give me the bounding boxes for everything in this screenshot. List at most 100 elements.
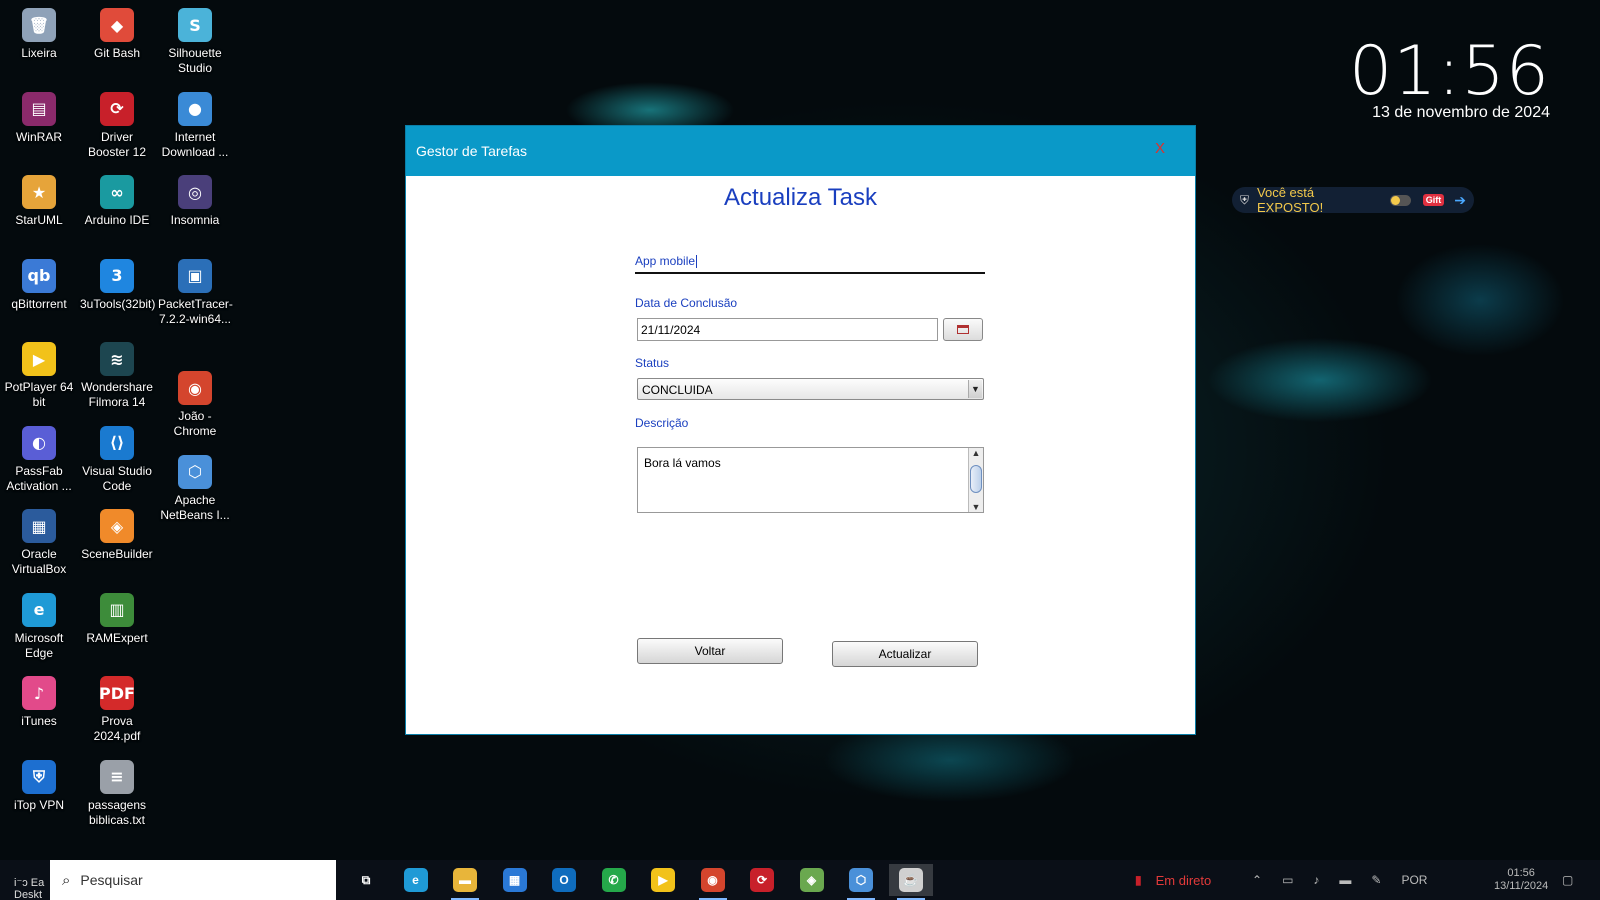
app-icon: ◐ [22,425,56,460]
description-value: Bora lá vamos [644,456,721,470]
taskbar-file-explorer-button[interactable]: ▬ [443,864,487,900]
desktop-icon-prova-2024-pdf[interactable]: PDF Prova 2024.pdf [78,672,156,752]
desktop-icon-wondershare-filmora-14[interactable]: ≋ Wondershare Filmora 14 [78,338,156,418]
desktop-icon-3utools-32bit[interactable]: 3 3uTools(32bit) [78,255,156,335]
virtualbox-icon: ⬡ [849,868,873,892]
desktop-icon-label: Visual Studio Code [82,463,152,493]
notification-bubble-icon: ▢ [1562,873,1574,887]
text-caret [696,255,698,269]
desktop-icon-insomnia[interactable]: ◎ Insomnia [156,171,234,251]
notification-icon[interactable]: ▢ [1562,860,1573,900]
back-button[interactable]: Voltar [637,638,783,664]
desktop-icon-lixeira[interactable]: 🗑 Lixeira [0,4,78,84]
taskbar-search[interactable]: ⌕ Pesquisar [50,860,336,900]
app-icon: qb [22,258,56,293]
desktop-icon-label: WinRAR [15,129,62,144]
window-titlebar[interactable]: Gestor de Tarefas X [406,126,1195,176]
desktop-icon-potplayer-64-bit[interactable]: ▶ PotPlayer 64 bit [0,338,78,418]
desktop-icon-ramexpert[interactable]: ▥ RAMExpert [78,589,156,669]
app-icon: 3 [100,258,134,293]
desktop-icon-internet-download[interactable]: ● Internet Download ... [156,88,234,168]
app-icon: ≡ [100,759,134,794]
search-placeholder: Pesquisar [80,872,143,888]
taskbar-chrome-button[interactable]: ◉ [691,864,735,900]
desktop-icon-label: passagens biblicas.txt [87,797,147,827]
desktop-icon-driver-booster-12[interactable]: ⟳ Driver Booster 12 [78,88,156,168]
desktop-icon-itunes[interactable]: ♪ iTunes [0,672,78,752]
calendar-button[interactable] [943,318,983,341]
desktop-icon-microsoft-edge[interactable]: e Microsoft Edge [0,589,78,669]
update-button[interactable]: Actualizar [832,641,978,667]
language-indicator[interactable]: POR [1401,873,1427,887]
system-tray: ⌃ ▭ ♪ ▬ ✎ POR [1252,860,1427,900]
scroll-down-icon[interactable]: ▼ [969,502,983,512]
status-select[interactable]: CONCLUIDA ▼ [637,378,984,400]
desktop-icon-passfab-activation[interactable]: ◐ PassFab Activation ... [0,422,78,502]
driver-booster-icon: ⟳ [750,868,774,892]
desktop-icon-scenebuilder[interactable]: ◈ SceneBuilder [78,505,156,585]
scroll-up-icon[interactable]: ▲ [969,448,983,458]
taskbar: i⁻ɔ Ea Deskt ⌕ Pesquisar ⧉ e ▬ ▦ O ✆ ▶ ◉ ⟳ ◈ ⬡ ☕ ▮ … [0,860,1600,900]
description-scrollbar[interactable]: ▲ ▼ [968,448,983,512]
news-widget[interactable]: ▮ Em direto [1135,860,1211,900]
vpn-toggle[interactable] [1390,194,1411,206]
vpn-status-widget[interactable]: ⛨ Você está EXPOSTO! Gift ➔ [1232,185,1474,215]
desktop-icon-git-bash[interactable]: ◆ Git Bash [78,4,156,84]
app-icon: ▥ [100,592,134,627]
clock-time: 01:56 [1349,32,1550,111]
desktop-icon-label: iTop VPN [13,797,65,812]
desktop-icon-packettracer-7-2-2-win64[interactable]: ▣ PacketTracer-7.2.2-win64... [156,255,234,335]
taskbar-scenebuilder-button[interactable]: ◈ [790,864,834,896]
taskbar-edge-button[interactable]: e [394,864,438,896]
desktop-icon-silhouette-studio[interactable]: S Silhouette Studio [156,4,234,84]
gift-badge[interactable]: Gift [1422,194,1445,206]
description-label: Descrição [635,416,689,430]
scroll-thumb[interactable] [970,465,982,493]
taskbar-driver-booster-button[interactable]: ⟳ [740,864,784,896]
description-textarea[interactable]: Bora lá vamos ▲ ▼ [637,447,984,513]
taskbar-store-button[interactable]: ▦ [493,864,537,896]
taskbar-whatsapp-button[interactable]: ✆ [592,864,636,896]
desktop-icon-apache-netbeans-i[interactable]: ⬡ Apache NetBeans I... [156,451,234,531]
pen-icon[interactable]: ✎ [1371,873,1381,887]
chevron-up-icon[interactable]: ⌃ [1252,873,1262,887]
taskbar-virtualbox-button[interactable]: ⬡ [839,864,883,900]
desktop-icon-label: SceneBuilder [81,547,153,561]
chevron-down-icon[interactable]: ▼ [968,380,982,398]
battery-icon[interactable]: ▬ [1339,873,1351,887]
search-icon: ⌕ [62,871,71,889]
desktop-icon-itop-vpn[interactable]: ⛨ iTop VPN [0,756,78,836]
desktop-icon-label: Internet Download ... [161,129,229,159]
desktop-icon-winrar[interactable]: ▤ WinRAR [0,88,78,168]
taskbar-potplayer-button[interactable]: ▶ [641,864,685,896]
desktop-icon-jo-o-chrome[interactable]: ◉ João - Chrome [156,367,234,447]
tray-date: 13/11/2024 [1494,880,1549,892]
desktop-icon-passagens-biblicas-txt[interactable]: ≡ passagens biblicas.txt [78,756,156,836]
desktop-icon-label: Driver Booster 12 [87,129,147,159]
taskbar-task-view-button[interactable]: ⧉ [344,864,388,896]
outlook-icon: O [552,868,576,892]
app-icon: ⬡ [178,454,212,489]
desktop-icon-label: Wondershare Filmora 14 [81,380,153,409]
app-icon: ⟨⟩ [100,425,134,460]
start-button[interactable]: i⁻ɔ Ea Deskt [0,860,50,900]
taskbar-clock[interactable]: 01:56 13/11/2024 [1494,860,1548,900]
app-icon: ★ [22,175,56,209]
volume-icon[interactable]: ♪ [1313,873,1319,887]
close-button[interactable]: X [1155,140,1165,157]
arrow-right-icon[interactable]: ➔ [1454,192,1466,209]
desktop-icon-visual-studio-code[interactable]: ⟨⟩ Visual Studio Code [78,422,156,502]
task-name-input[interactable]: App mobile [635,250,985,274]
taskbar-outlook-button[interactable]: O [542,864,586,896]
desktop-icon-qbittorrent[interactable]: qb qBittorrent [0,255,78,335]
edge-icon: e [403,868,428,892]
desktop-icon-arduino-ide[interactable]: ∞ Arduino IDE [78,171,156,251]
desktop-icon-staruml[interactable]: ★ StarUML [0,171,78,251]
date-input[interactable]: 21/11/2024 [637,318,938,341]
taskbar-java-button[interactable]: ☕ [888,864,933,900]
desktop-icon-oracle-virtualbox[interactable]: ▦ Oracle VirtualBox [0,505,78,585]
desktop-icon-label: qBittorrent [11,296,67,311]
network-icon[interactable]: ▭ [1282,873,1293,887]
app-icon: e [22,592,56,627]
app-icon: ▣ [178,258,212,293]
